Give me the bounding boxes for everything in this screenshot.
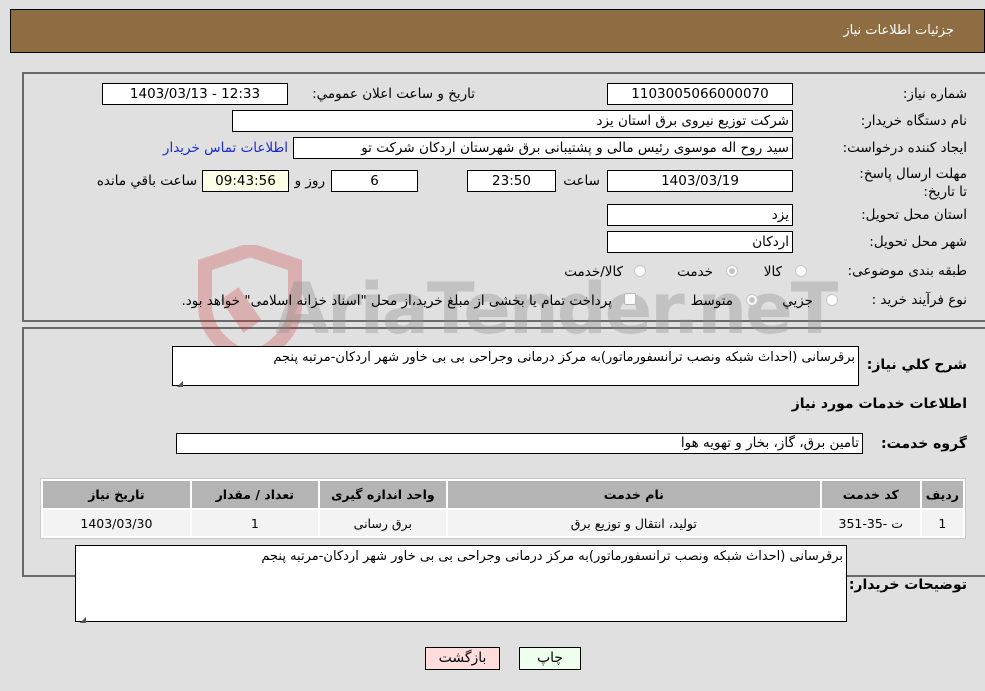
services-table: رديف کد خدمت نام خدمت واحد اندازه گيری ت… <box>40 478 966 539</box>
deadline-date-field: 1403/03/19 <box>607 170 793 192</box>
category-radio-goods-service[interactable] <box>634 265 646 277</box>
col-header-quantity: تعداد / مقدار <box>191 481 318 508</box>
category-radio-goods[interactable] <box>795 265 807 277</box>
buyer-notes-textarea[interactable]: برقرسانی (احداث شبکه ونصب ترانسفورماتور)… <box>75 545 847 624</box>
announce-datetime-field: 1403/03/13 - 12:33 <box>102 83 288 105</box>
need-number-field: 1103005066000070 <box>607 83 793 105</box>
deadline-time-label: ساعت <box>563 173 600 189</box>
buyer-notes-text: برقرسانی (احداث شبکه ونصب ترانسفورماتور)… <box>261 549 843 564</box>
print-button[interactable]: چاپ <box>519 647 581 670</box>
purchase-option-minor: جزيي <box>782 293 813 309</box>
deadline-time-field: 23:50 <box>467 170 556 192</box>
col-header-need-date: تاریخ نیاز <box>43 481 190 508</box>
cell-need-date: 1403/03/30 <box>43 510 190 536</box>
cell-service-name: تولید، انتقال و توزیع برق <box>447 510 820 536</box>
summary-textarea[interactable]: برقرسانی (احداث شبکه ونصب ترانسفورماتور)… <box>172 346 859 388</box>
buyer-org-label: نام دستگاه خريدار: <box>860 113 967 129</box>
category-radio-service[interactable] <box>726 265 738 277</box>
purchase-type-label: نوع فرآیند خرید : <box>871 292 967 308</box>
back-button[interactable]: بازگشت <box>425 647 500 670</box>
buyer-org-field: شرکت توزیع نیروی برق استان یزد <box>232 110 793 132</box>
col-header-unit: واحد اندازه گيری <box>319 481 446 508</box>
time-remaining-field: 09:43:56 <box>202 170 289 192</box>
resize-grip-icon[interactable]: ◢ <box>175 375 183 388</box>
announce-datetime-label: تاریخ و ساعت اعلان عمومي: <box>312 86 475 102</box>
col-header-service-name: نام خدمت <box>447 481 820 508</box>
page-header: جزئیات اطلاعات نیاز <box>10 9 985 53</box>
purchase-radio-medium[interactable] <box>746 294 758 306</box>
requester-label: ایجاد کننده درخواست: <box>842 140 967 156</box>
deadline-label: مهلت ارسال پاسخ: تا تاریخ: <box>859 166 967 200</box>
requester-field: سید روح اله موسوی رئیس مالی و پشتیبانی ب… <box>293 137 793 159</box>
table-row: 1 ت -35-351 تولید، انتقال و توزیع برق بر… <box>43 510 963 536</box>
service-group-label: گروه خدمت: <box>881 436 967 452</box>
need-number-label: شماره نیاز: <box>902 86 967 102</box>
col-header-service-code: کد خدمت <box>821 481 920 508</box>
page-title: جزئیات اطلاعات نیاز <box>843 23 954 38</box>
table-header-row: رديف کد خدمت نام خدمت واحد اندازه گيری ت… <box>43 481 963 508</box>
category-option-service: خدمت <box>677 264 713 280</box>
category-label: طبقه بندی موضوعی: <box>847 263 967 279</box>
services-section-title: اطلاعات خدمات مورد نياز <box>791 396 967 412</box>
service-group-field: تامین برق، گاز، بخار و تهویه هوا <box>176 433 863 454</box>
city-label: شهر محل تحویل: <box>869 234 967 250</box>
treasury-checkbox[interactable] <box>624 293 636 305</box>
cell-service-code: ت -35-351 <box>821 510 920 536</box>
cell-row-number: 1 <box>921 510 963 536</box>
province-label: استان محل تحویل: <box>861 207 967 223</box>
city-field: اردکان <box>607 231 793 253</box>
province-field: یزد <box>607 204 793 226</box>
days-label: روز و <box>294 173 325 189</box>
treasury-checkbox-label: پرداخت تمام یا بخشی از مبلغ خرید،از محل … <box>181 293 612 309</box>
buyer-contact-link[interactable]: اطلاعات تماس خریدار <box>163 140 288 156</box>
summary-label: شرح کلي نياز: <box>866 357 967 373</box>
summary-text: برقرسانی (احداث شبکه ونصب ترانسفورماتور)… <box>273 350 855 365</box>
resize-grip-icon[interactable]: ◢ <box>78 611 86 624</box>
time-remaining-label: ساعت باقي مانده <box>96 173 197 189</box>
purchase-option-medium: متوسط <box>690 293 733 309</box>
days-remaining-field: 6 <box>331 170 418 192</box>
category-option-goods-service: کالا/خدمت <box>564 264 623 280</box>
cell-quantity: 1 <box>191 510 318 536</box>
col-header-row-number: رديف <box>921 481 963 508</box>
purchase-radio-minor[interactable] <box>826 294 838 306</box>
cell-unit: برق رسانی <box>319 510 446 536</box>
category-option-goods: کالا <box>763 264 782 280</box>
buyer-notes-label: توضیحات خریدار: <box>848 577 967 593</box>
